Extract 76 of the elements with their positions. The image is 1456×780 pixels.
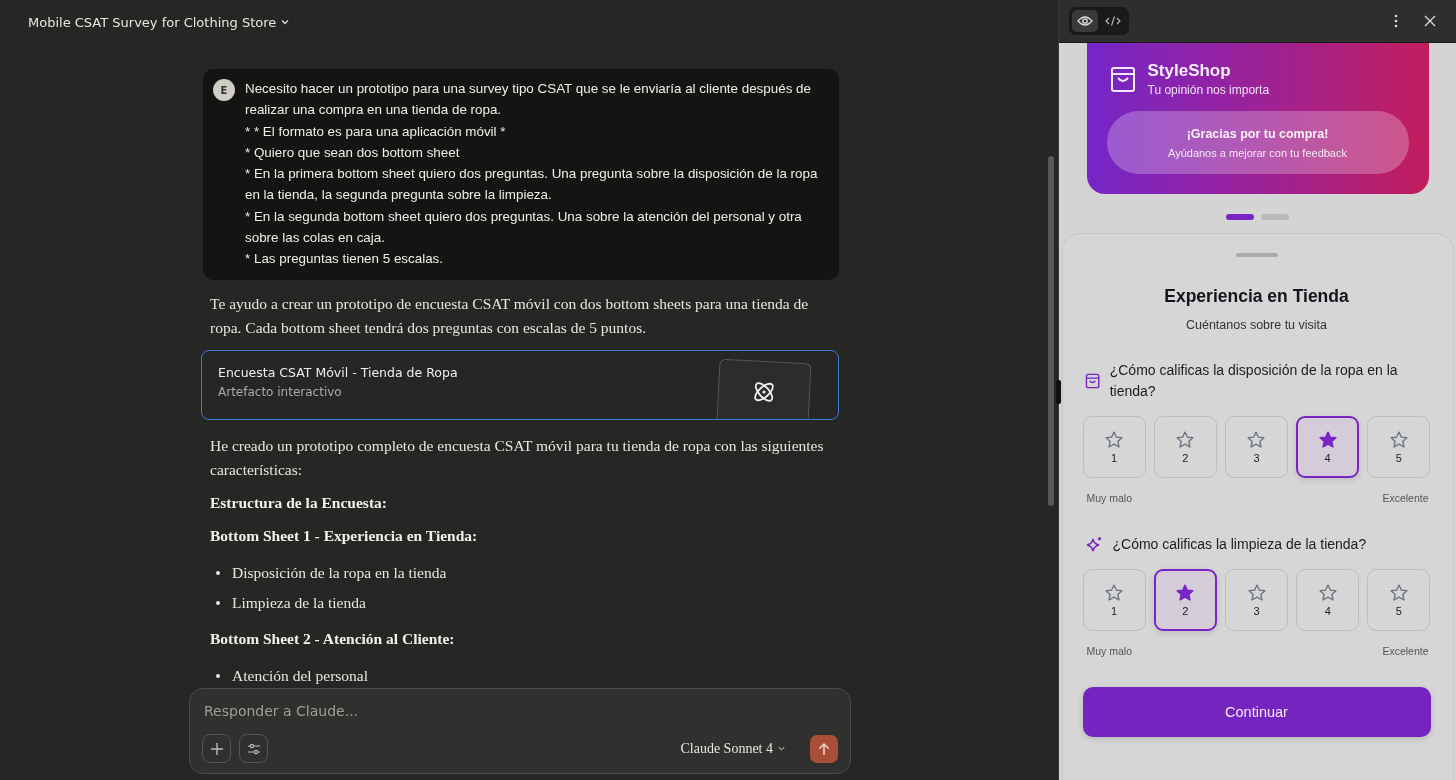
preview-tab[interactable] <box>1072 10 1098 32</box>
star-icon <box>1175 583 1196 603</box>
brand-tagline: Tu opinión nos importa <box>1147 83 1270 97</box>
send-button[interactable] <box>810 734 838 763</box>
message-line: * Las preguntas tienen 5 escalas. <box>245 250 444 269</box>
arrow-up-icon <box>818 741 830 756</box>
scale-low-label: Muy malo <box>1086 492 1132 504</box>
artifact-subtitle: Artefacto interactivo <box>218 384 343 399</box>
rating-option[interactable]: 2 <box>1153 569 1217 631</box>
rating-option[interactable]: 3 <box>1224 416 1289 478</box>
close-icon[interactable] <box>1424 15 1436 27</box>
reply-heading: Estructura de la Encuesta: <box>210 492 388 513</box>
chevron-down-icon[interactable] <box>280 17 291 27</box>
rating-option[interactable]: 4 <box>1296 416 1360 478</box>
star-icon <box>1104 583 1125 603</box>
eye-icon <box>1077 15 1093 27</box>
question-text: ¿Cómo calificas la disposición de la ropa en la tienda? <box>1109 361 1399 401</box>
add-button[interactable] <box>202 734 231 763</box>
scale-low-label: Muy malo <box>1086 645 1132 657</box>
message-line: * En la primera bottom sheet quiero dos preguntas. Una pregunta sobre la disposición de la ropa en la tienda, la segunda pregunta sobre la limpieza. <box>245 165 819 205</box>
chevron-down-icon <box>777 744 786 753</box>
thanks-title: ¡Gracias por tu compra! <box>1186 126 1329 141</box>
reply-paragraph: Te ayudo a crear un prototipo de encuesta CSAT móvil con dos bottom sheets para una tienda de ropa. Cada bottom sheet tendrá dos preguntas con escalas de 5 puntos. <box>210 293 810 338</box>
code-icon <box>1105 15 1121 27</box>
resize-handle[interactable] <box>1056 380 1061 404</box>
bullet-icon <box>216 673 220 678</box>
more-icon[interactable] <box>1394 14 1398 28</box>
bullet-item: Limpieza de la tienda <box>232 592 366 613</box>
reply-paragraph: He creado un prototipo completo de encuesta CSAT móvil para tu tienda de ropa con las siguientes características: <box>210 435 825 480</box>
star-icon <box>1175 430 1196 450</box>
model-selector[interactable]: Claude Sonnet 4 <box>674 739 792 758</box>
message-line: Necesito hacer un prototipo para una survey tipo CSAT que se le enviaría al cliente después de realizar una compra en una tienda de ropa. <box>245 80 812 120</box>
message-line: * Quiero que sean dos bottom sheet <box>245 143 461 162</box>
rating-option[interactable]: 5 <box>1367 416 1431 478</box>
page-indicator[interactable] <box>1226 214 1254 220</box>
bullet-item: Atención del personal <box>232 665 368 686</box>
bullet-icon <box>216 600 220 605</box>
reply-input-field[interactable]: Responder a Claude... <box>202 703 838 719</box>
chat-title[interactable]: Mobile CSAT Survey for Clothing Store <box>28 14 277 30</box>
rating-option[interactable]: 3 <box>1224 569 1289 631</box>
star-icon <box>1317 583 1338 603</box>
star-icon <box>1388 583 1409 603</box>
artifact-title: Encuesta CSAT Móvil - Tienda de Ropa <box>218 364 458 380</box>
scale-high-label: Excelente <box>1382 492 1429 504</box>
star-icon <box>1246 430 1267 450</box>
reply-heading: Bottom Sheet 1 - Experiencia en Tienda: <box>210 525 479 546</box>
message-line: * * El formato es para una aplicación móvil * <box>245 122 507 141</box>
settings-button[interactable] <box>239 734 268 763</box>
user-avatar: E <box>213 79 235 101</box>
rating-option[interactable]: 4 <box>1296 569 1360 631</box>
star-icon <box>1317 430 1338 450</box>
plus-icon <box>209 741 224 756</box>
sliders-icon <box>246 741 261 756</box>
scale-high-label: Excelente <box>1382 645 1429 657</box>
question-text: ¿Cómo calificas la limpieza de la tienda? <box>1112 535 1367 554</box>
thanks-subtitle: Ayúdanos a mejorar con tu feedback <box>1168 146 1347 159</box>
brand-name: StyleShop <box>1147 61 1232 81</box>
rating-option[interactable]: 1 <box>1082 569 1146 631</box>
rating-option[interactable]: 1 <box>1082 416 1146 478</box>
bullet-icon <box>216 570 220 575</box>
artifact-card[interactable]: Encuesta CSAT Móvil - Tienda de Ropa Artefacto interactivo <box>201 349 839 420</box>
bullet-item: Disposición de la ropa en la tienda <box>232 562 447 583</box>
shopping-bag-icon <box>1084 372 1100 390</box>
rating-option[interactable]: 2 <box>1153 416 1217 478</box>
message-line: * En la segunda bottom sheet quiero dos preguntas. Una sobre la atención del personal y otra sobre las colas en caja. <box>245 207 803 248</box>
reply-heading: Bottom Sheet 2 - Atención al Cliente: <box>210 628 456 649</box>
star-icon <box>1104 430 1125 450</box>
shopping-bag-icon <box>1109 65 1136 93</box>
sparkle-icon <box>1084 535 1103 554</box>
continue-button[interactable]: Continuar <box>1082 687 1431 737</box>
sheet-subtitle: Cuéntanos sobre tu visita <box>1185 318 1328 332</box>
star-icon <box>1388 430 1409 450</box>
star-icon <box>1246 583 1267 603</box>
scrollbar[interactable] <box>1048 156 1054 506</box>
sheet-title: Experiencia en Tienda <box>1164 286 1349 307</box>
rating-option[interactable]: 5 <box>1367 569 1431 631</box>
